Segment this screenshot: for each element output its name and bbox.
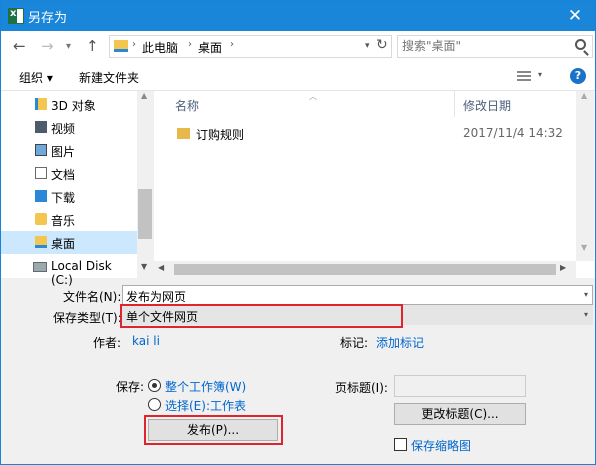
disk-icon [33, 262, 47, 272]
tree-item-label: 音乐 [51, 214, 76, 228]
highlight-box-filetype [120, 304, 403, 328]
video-icon [35, 121, 47, 133]
folder-icon [177, 128, 190, 139]
page-title-label: 页标题(I): [335, 381, 388, 395]
scroll-up-icon[interactable]: ▲ [581, 91, 587, 100]
file-name: 订购规则 [196, 128, 245, 142]
tags-label: 标记: [340, 336, 369, 350]
downloads-icon [35, 190, 47, 202]
refresh-icon[interactable]: ↻ [376, 37, 388, 53]
breadcrumb-desktop[interactable]: 桌面 [198, 39, 222, 56]
add-tags-link[interactable]: 添加标记 [376, 334, 424, 351]
column-divider[interactable] [454, 91, 455, 117]
view-dropdown-icon[interactable]: ▾ [538, 70, 542, 79]
navigation-pane: 3D 对象 视频 图片 文档 下载 音乐 桌面 Local Disk (C:) [1, 91, 153, 287]
breadcrumb-this-pc[interactable]: 此电脑 [142, 39, 178, 56]
highlight-box-publish [144, 415, 283, 445]
scroll-left-icon[interactable]: ◀ [158, 263, 164, 272]
scrollbar-thumb[interactable] [174, 264, 556, 275]
file-list: ︿ 名称 修改日期 订购规则 2017/11/4 14:32 ▲ ▼ ◀ ▶ [154, 91, 595, 278]
sort-ascending-icon: ︿ [309, 92, 317, 101]
chevron-down-icon[interactable]: ▾ [584, 310, 588, 319]
save-thumbnail-checkbox[interactable] [394, 438, 407, 451]
breadcrumb-separator[interactable]: › [188, 39, 192, 50]
breadcrumb-separator[interactable]: › [132, 39, 136, 50]
save-thumbnail-label[interactable]: 保存缩略图 [411, 437, 471, 454]
author-label: 作者: [93, 336, 122, 350]
change-title-button[interactable]: 更改标题(C)... [394, 403, 526, 425]
back-arrow-icon[interactable]: ← [13, 37, 26, 55]
entire-workbook-label[interactable]: 整个工作簿(W) [165, 378, 246, 395]
desktop-icon [35, 236, 47, 248]
tree-item-label: 桌面 [51, 237, 76, 251]
save-scope-label: 保存: [116, 380, 145, 394]
selection-label[interactable]: 选择(E):工作表 [165, 397, 246, 414]
search-icon[interactable] [575, 39, 586, 50]
documents-icon [35, 167, 47, 179]
tree-item-local-disk[interactable]: Local Disk (C:) [1, 255, 137, 287]
navigation-bar: ← → ▾ ↑ › 此电脑 › 桌面 › ▾ ↻ [1, 31, 595, 63]
file-row[interactable]: 订购规则 2017/11/4 14:32 [154, 123, 574, 145]
radio-selection[interactable] [148, 398, 161, 411]
filename-value[interactable]: 发布为网页 [126, 288, 186, 305]
help-icon[interactable]: ? [570, 68, 586, 84]
title-bar: 另存为 ✕ [1, 1, 595, 31]
chevron-down-icon[interactable]: ▾ [584, 290, 588, 299]
recent-locations-chevron-icon[interactable]: ▾ [66, 41, 71, 52]
forward-arrow-icon[interactable]: → [41, 37, 54, 55]
tree-item-label: Local Disk (C:) [51, 259, 112, 287]
filename-label: 文件名(N): [63, 290, 122, 304]
close-button[interactable]: ✕ [555, 1, 595, 31]
scroll-down-icon[interactable]: ▼ [141, 262, 147, 271]
tree-item-label: 图片 [51, 145, 76, 159]
up-arrow-icon[interactable]: ↑ [86, 37, 99, 55]
pictures-icon [35, 144, 47, 156]
tree-item-videos[interactable]: 视频 [1, 116, 137, 139]
3d-objects-icon [35, 98, 47, 110]
search-box[interactable] [397, 35, 593, 58]
filename-field[interactable]: 发布为网页 ▾ [122, 285, 593, 305]
filetype-label: 保存类型(T): [53, 311, 122, 325]
tree-item-downloads[interactable]: 下载 [1, 185, 137, 208]
tree-item-desktop[interactable]: 桌面 [1, 231, 137, 254]
tree-item-label: 视频 [51, 122, 76, 136]
horizontal-scrollbar[interactable]: ◀ ▶ [154, 261, 576, 278]
file-date: 2017/11/4 14:32 [463, 126, 563, 140]
tree-item-label: 下载 [51, 191, 76, 205]
excel-app-icon [8, 8, 24, 24]
author-value[interactable]: kai li [132, 334, 160, 348]
scrollbar-thumb[interactable] [138, 189, 152, 239]
command-toolbar: 组织 ▾ 新建文件夹 ▾ ? [1, 63, 595, 91]
new-folder-button[interactable]: 新建文件夹 [79, 69, 139, 86]
tree-item-3d-objects[interactable]: 3D 对象 [1, 93, 137, 116]
address-dropdown-icon[interactable]: ▾ [365, 41, 370, 51]
tree-scrollbar[interactable]: ▲ ▼ [137, 91, 153, 278]
tree-item-music[interactable]: 音乐 [1, 208, 137, 231]
tree-item-documents[interactable]: 文档 [1, 162, 137, 185]
column-header-date[interactable]: 修改日期 [463, 97, 511, 114]
address-bar[interactable]: › 此电脑 › 桌面 › ▾ ↻ [109, 35, 392, 58]
view-options-icon[interactable] [517, 71, 531, 81]
breadcrumb-separator[interactable]: › [230, 39, 234, 50]
scroll-up-icon[interactable]: ▲ [141, 91, 147, 100]
organize-menu-button[interactable]: 组织 ▾ [19, 69, 53, 86]
vertical-scrollbar[interactable]: ▲ ▼ [576, 91, 594, 261]
tree-item-pictures[interactable]: 图片 [1, 139, 137, 162]
window-title: 另存为 [28, 11, 68, 26]
column-header-name[interactable]: 名称 [175, 97, 199, 114]
radio-entire-workbook[interactable] [148, 379, 161, 392]
page-title-field[interactable] [394, 375, 526, 397]
search-input[interactable] [402, 39, 567, 53]
scroll-right-icon[interactable]: ▶ [560, 263, 566, 272]
scroll-down-icon[interactable]: ▼ [581, 243, 587, 252]
music-icon [35, 213, 47, 225]
folder-icon [114, 40, 128, 52]
tree-item-label: 3D 对象 [51, 99, 96, 113]
save-as-dialog: 另存为 ✕ ← → ▾ ↑ › 此电脑 › 桌面 › ▾ ↻ 组织 ▾ 新建文件… [0, 0, 596, 465]
tree-item-label: 文档 [51, 168, 76, 182]
